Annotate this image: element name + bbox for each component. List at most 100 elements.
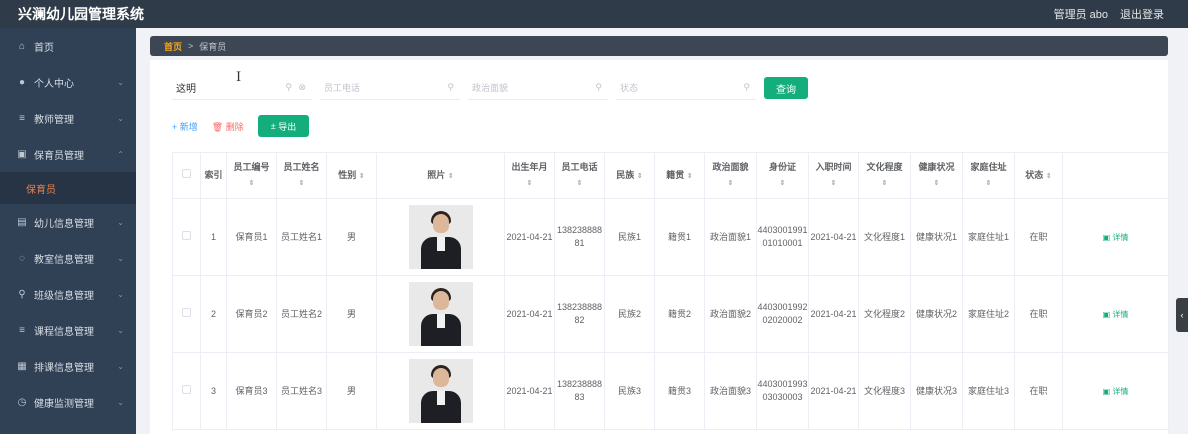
header-native[interactable]: 籍贯 ⇕ [654,152,705,199]
sort-icon[interactable]: ⇕ [555,177,604,190]
sidebar-item-courses[interactable]: ≡ 课程信息管理 ⌄ [0,312,136,348]
grid-icon: ▦ [17,360,27,372]
sidebar-item-teachers[interactable]: ≡ 教师管理 ⌄ [0,100,136,136]
chevron-up-icon: ⌃ [117,149,124,159]
cell-index: 2 [200,275,227,353]
breadcrumb-home[interactable]: 首页 [164,40,182,53]
sidebar-item-health[interactable]: ◷ 健康监测管理 ⌄ [0,384,136,420]
header-nation[interactable]: 民族 ⇕ [604,152,655,199]
cell-politics: 政治面貌3 [704,352,757,430]
sort-icon[interactable]: ⇕ [963,177,1014,190]
row-select-cell[interactable] [172,352,201,430]
sidebar-item-label: 班级信息管理 [34,290,94,302]
header-entry[interactable]: 入职时间 ⇕ [808,152,859,199]
header-emp-name[interactable]: 员工姓名 ⇕ [276,152,327,199]
row-checkbox[interactable] [182,384,191,394]
cell-actions: ▣ 详情 [1062,352,1169,430]
sort-icon[interactable]: ⇕ [911,177,962,190]
sidebar-item-caregivers[interactable]: ▣ 保育员管理 ⌃ [0,136,136,172]
sidebar-item-schedule[interactable]: ▦ 排课信息管理 ⌄ [0,348,136,384]
sidebar-subitem-caregiver[interactable]: 保育员 [0,172,136,204]
sidebar-item-label: 课程信息管理 [34,326,94,338]
sidebar-item-profile[interactable]: ● 个人中心 ⌄ [0,64,136,100]
clear-icon[interactable]: ⊗ [298,82,306,93]
sort-icon[interactable]: ⇕ [227,177,276,190]
chevron-down-icon: ⌄ [117,253,124,263]
cell-actions: ▣ 详情 [1062,275,1169,353]
sort-icon[interactable]: ⇕ [359,173,365,180]
header-status[interactable]: 状态 ⇕ [1014,152,1063,199]
header-politics[interactable]: 政治面貌 ⇕ [704,152,757,199]
cell-emp-no: 保育员2 [226,275,277,353]
table-row[interactable]: 3 保育员3 员工姓名3 男 2021-04-21 13823888883 民族… [172,352,1169,430]
sort-icon[interactable]: ⇕ [705,177,756,190]
header-actions [1062,152,1169,199]
header-idcard[interactable]: 身份证 ⇕ [756,152,809,199]
row-select-cell[interactable] [172,275,201,353]
detail-button[interactable]: ▣ 详情 [1103,310,1129,319]
politics-search-input[interactable]: 政治面貌 ⚲ [468,76,608,100]
add-button[interactable]: + 新增 [172,120,198,133]
delete-button[interactable]: 🗑 删除 [212,120,244,133]
status-search-input[interactable]: 状态 ⚲ [616,76,756,100]
sort-icon[interactable]: ⇕ [809,177,858,190]
query-button[interactable]: 查询 [764,77,808,99]
search-icon: ⚲ [595,82,602,92]
header-index: 索引 [200,152,227,199]
logout-link[interactable]: 退出登录 [1120,6,1164,22]
cell-entry: 2021-04-21 [808,275,859,353]
cell-edu: 文化程度3 [858,352,911,430]
sidebar-item-label: 教室信息管理 [34,254,94,266]
list-icon: ≡ [19,112,25,124]
header-address[interactable]: 家庭住址 ⇕ [962,152,1015,199]
row-checkbox[interactable] [182,307,191,317]
phone-search-input[interactable]: 员工电话 ⚲ [320,76,460,100]
sort-icon[interactable]: ⇕ [505,177,554,190]
sidebar-item-classrooms[interactable]: ◌ 教室信息管理 ⌄ [0,240,136,276]
sidebar-item-home[interactable]: ⌂ 首页 [0,28,136,64]
cell-emp-name: 员工姓名3 [276,352,327,430]
chevron-down-icon: ⌄ [117,289,124,299]
sidebar-item-classes[interactable]: ⚲ 班级信息管理 ⌄ [0,276,136,312]
detail-icon: ▣ [1102,309,1111,319]
row-checkbox[interactable] [182,230,191,240]
sort-icon[interactable]: ⇕ [859,177,910,190]
sort-icon[interactable]: ⇕ [1046,173,1052,180]
cell-emp-name: 员工姓名2 [276,275,327,353]
chevron-down-icon: ⌄ [117,361,124,371]
table-row[interactable]: 2 保育员2 员工姓名2 男 2021-04-21 13823888882 民族… [172,275,1169,353]
row-select-cell[interactable] [172,198,201,276]
side-collapse-handle[interactable]: ‹ [1176,298,1188,332]
cell-gender: 男 [326,275,377,353]
cell-status: 在职 [1014,352,1063,430]
caregiver-table: 索引 员工编号 ⇕ 员工姓名 ⇕ 性别 ⇕ 照片 ⇕ 出生年月 ⇕ 员工电话 ⇕ 民族 … [172,152,1169,430]
sort-icon[interactable]: ⇕ [448,173,454,180]
header-emp-no[interactable]: 员工编号 ⇕ [226,152,277,199]
cell-edu: 文化程度1 [858,198,911,276]
header-health[interactable]: 健康状况 ⇕ [910,152,963,199]
header-phone[interactable]: 员工电话 ⇕ [554,152,605,199]
sort-icon[interactable]: ⇕ [687,173,693,180]
detail-button[interactable]: ▣ 详情 [1103,233,1129,242]
content-panel: 这明 I ⚲ ⊗ 员工电话 ⚲ 政治面貌 ⚲ 状态 ⚲ 查询 + 新增 🗑 删除… [150,60,1169,434]
header-birth[interactable]: 出生年月 ⇕ [504,152,555,199]
select-all-cell[interactable] [172,152,201,199]
sort-icon[interactable]: ⇕ [277,177,326,190]
header-gender[interactable]: 性别 ⇕ [326,152,377,199]
select-all-checkbox[interactable] [182,169,191,178]
sidebar-item-children[interactable]: ▤ 幼儿信息管理 ⌄ [0,204,136,240]
header-photo[interactable]: 照片 ⇕ [376,152,505,199]
export-button[interactable]: ± 导出 [257,115,310,137]
cell-idcard: 440300199101010001 [756,198,809,276]
name-search-input[interactable]: 这明 I ⚲ ⊗ [172,70,312,100]
cell-address: 家庭住址3 [962,352,1015,430]
classroom-icon: ◌ [19,252,25,264]
chevron-left-icon: ‹ [1180,310,1184,320]
header-edu[interactable]: 文化程度 ⇕ [858,152,911,199]
sort-icon[interactable]: ⇕ [757,177,808,190]
detail-button[interactable]: ▣ 详情 [1103,387,1129,396]
sort-icon[interactable]: ⇕ [637,173,643,180]
table-header-row: 索引 员工编号 ⇕ 员工姓名 ⇕ 性别 ⇕ 照片 ⇕ 出生年月 ⇕ 员工电话 ⇕ 民族 … [172,152,1169,199]
trash-icon: 🗑 [211,121,224,132]
table-row[interactable]: 1 保育员1 员工姓名1 男 2021-04-21 13823888881 民族… [172,198,1169,276]
